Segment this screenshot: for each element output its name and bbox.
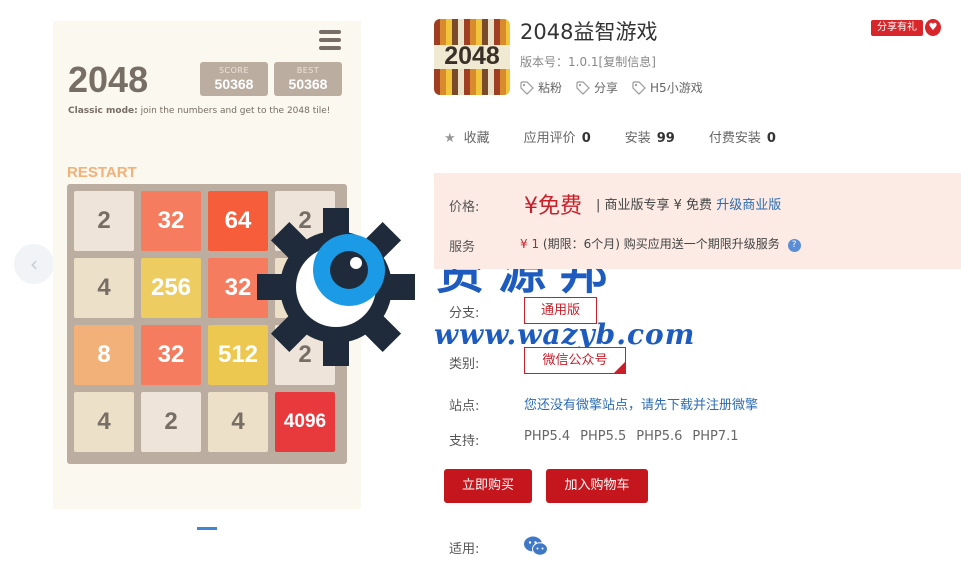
score-label: SCORE (218, 66, 250, 75)
menu-icon (319, 30, 341, 54)
watermark-gear-icon (257, 208, 415, 366)
paid-install-stat: 付费安装 0 (708, 131, 776, 146)
app-icon: 2048 (434, 19, 510, 95)
price-label: 价格: (449, 200, 480, 215)
tag-item[interactable]: 分享 (576, 79, 618, 96)
rating-stat: 应用评价 0 (523, 131, 591, 146)
support-item: PHP7.1 (692, 429, 739, 444)
register-site-link[interactable]: 您还没有微擎站点，请先下载并注册微擎 (524, 394, 758, 413)
score-value: 50368 (214, 76, 254, 92)
category-label: 类别: (449, 357, 480, 372)
add-to-cart-button[interactable]: 加入购物车 (546, 469, 648, 503)
site-label: 站点: (449, 399, 480, 414)
score-box: SCORE 50368 (200, 62, 268, 96)
branch-label: 分支: (449, 306, 480, 321)
tag-item[interactable]: H5小游戏 (632, 79, 703, 96)
game-tile: 256 (141, 258, 201, 318)
app-detail-page: ‹ 2048 SCORE 50368 BEST 50368 Classic mo… (0, 0, 961, 571)
game-tile: 32 (141, 191, 201, 251)
app-title: 2048益智游戏 (520, 20, 658, 44)
game-tile: 4 (74, 258, 134, 318)
best-box: BEST 50368 (274, 62, 342, 96)
game-title: 2048 (68, 59, 149, 100)
price-value: ¥免费 (524, 194, 582, 219)
install-stat: 安装 99 (624, 131, 675, 146)
support-item: PHP5.6 (636, 429, 683, 444)
support-list: PHP5.4 PHP5.5 PHP5.6 PHP7.1 (524, 429, 739, 444)
copy-info-link[interactable]: [复制信息] (599, 55, 656, 69)
star-icon: ★ (444, 131, 456, 146)
game-tile: 2 (141, 392, 201, 452)
game-tile: 8 (74, 325, 134, 385)
tag-list: 粘粉 分享 H5小游戏 (520, 79, 703, 96)
tag-icon (520, 80, 534, 95)
favorite-button[interactable]: ★ 收藏 (444, 127, 490, 146)
game-description: Classic mode: join the numbers and get t… (68, 106, 331, 116)
service-label: 服务 (449, 240, 476, 255)
slide-indicator[interactable] (197, 527, 217, 530)
category-option-wechat[interactable]: 微信公众号 ✓ (524, 347, 626, 374)
service-info: ¥ 1 (期限：6个月) 购买应用送一个期限升级服务 ? (520, 235, 801, 252)
price-panel (434, 173, 961, 269)
game-tile: 4 (208, 392, 268, 452)
restart-label: RESTART (67, 164, 137, 181)
share-reward-badge[interactable]: 分享有礼 (871, 20, 923, 36)
tag-icon (576, 80, 590, 95)
tag-label: 分享 (594, 81, 619, 95)
stats-bar: ★ 收藏 应用评价 0 安装 99 付费安装 0 (444, 127, 810, 146)
buy-now-button[interactable]: 立即购买 (444, 469, 532, 503)
help-icon[interactable]: ? (787, 239, 801, 252)
best-label: BEST (296, 66, 320, 75)
game-tile: 32 (141, 325, 201, 385)
best-value: 50368 (288, 76, 328, 92)
applicable-label: 适用: (449, 542, 480, 557)
game-tile: 2 (74, 191, 134, 251)
tag-item[interactable]: 粘粉 (520, 79, 562, 96)
branch-option-general[interactable]: 通用版 (524, 297, 597, 324)
tag-label: 粘粉 (538, 81, 563, 95)
app-version: 版本号：1.0.1[复制信息] (520, 55, 656, 69)
support-item: PHP5.4 (524, 429, 571, 444)
support-item: PHP5.5 (580, 429, 627, 444)
upgrade-commercial-link[interactable]: 升级商业版 (716, 198, 781, 213)
prev-slide-button[interactable]: ‹ (14, 244, 54, 284)
support-label: 支持: (449, 434, 480, 449)
tag-label: H5小游戏 (650, 81, 703, 95)
tag-icon (632, 80, 646, 95)
gift-icon: ♥ (925, 19, 941, 36)
game-tile: 4 (74, 392, 134, 452)
commercial-price: | 商业版专享 ¥ 免费 升级商业版 (596, 198, 782, 213)
wechat-icon (524, 536, 548, 556)
game-tile: 4096 (275, 392, 335, 452)
